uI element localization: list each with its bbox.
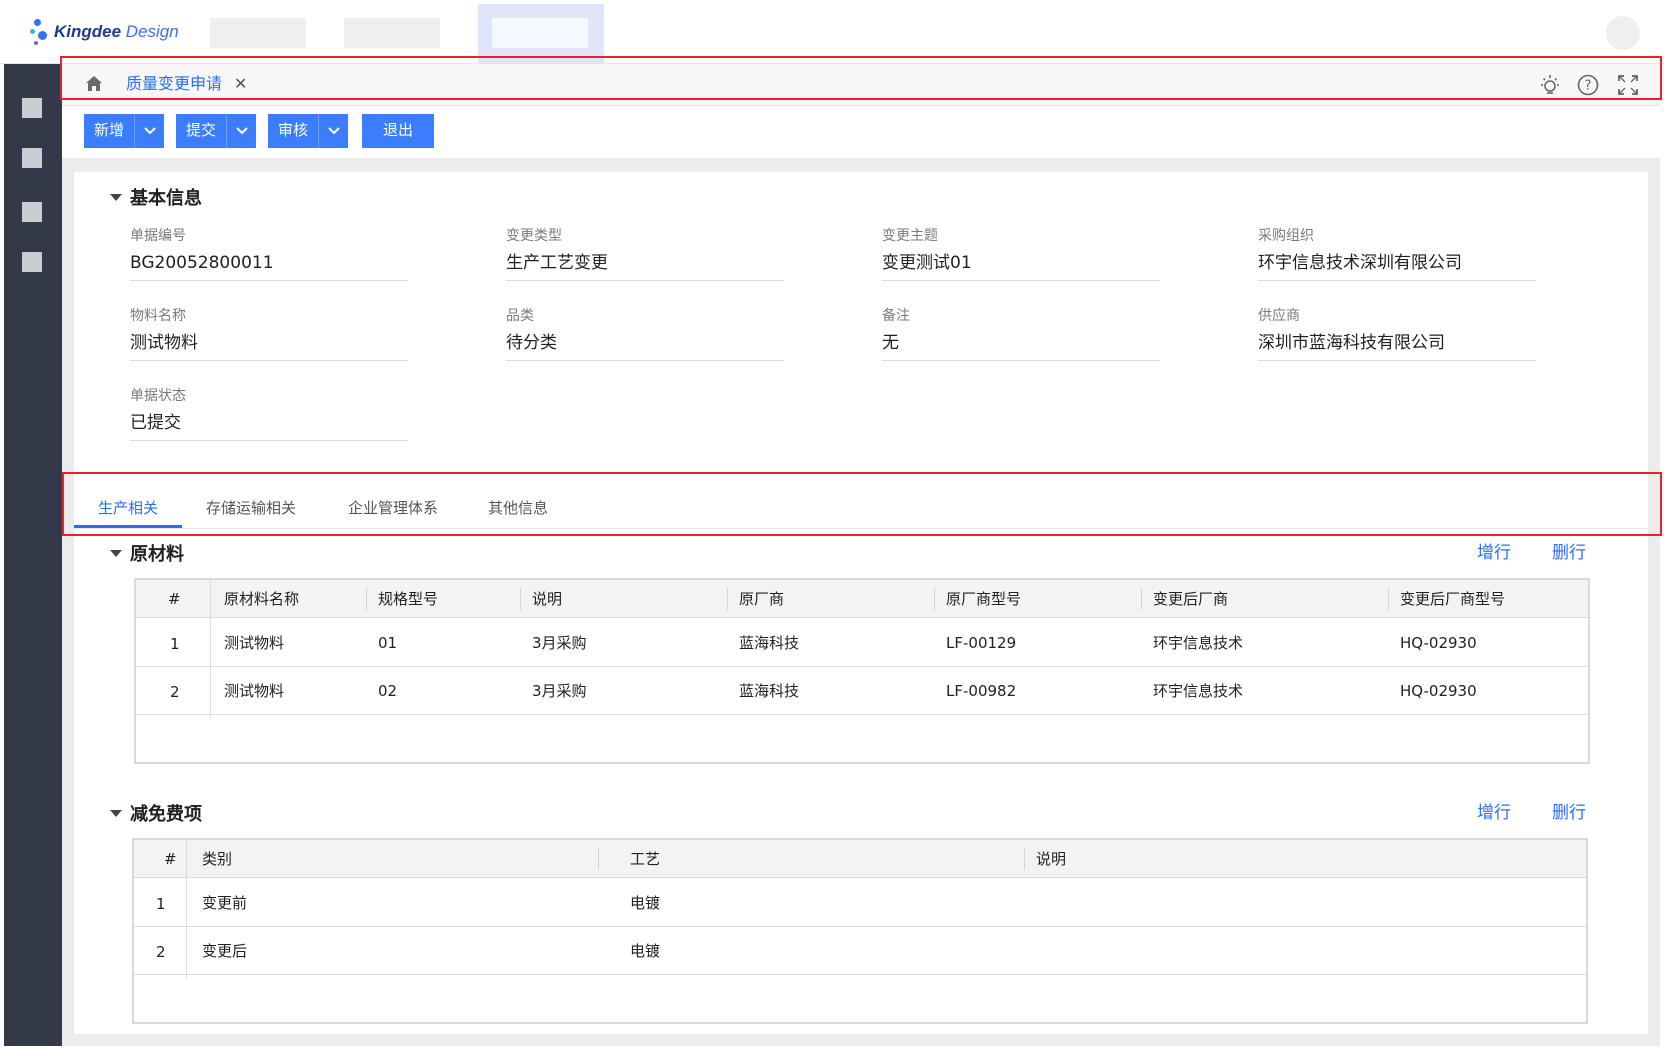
lightbulb-icon[interactable] — [1538, 73, 1562, 97]
avatar[interactable] — [1606, 16, 1640, 50]
chevron-down-icon[interactable] — [318, 114, 349, 148]
sidebar-item-3[interactable] — [22, 202, 42, 222]
exit-button[interactable]: 退出 — [362, 114, 434, 148]
sidebar-item-4[interactable] — [22, 252, 42, 272]
tab-other-info[interactable]: 其他信息 — [488, 496, 548, 520]
exit-button-group: 退出 — [362, 114, 434, 148]
main-content: 质量变更申请 ✕ ? 新增 提交 审核 退出 基本信息 单据编号 BG20052… — [62, 64, 1660, 1046]
sidebar-item-1[interactable] — [22, 98, 42, 118]
submit-button[interactable]: 提交 — [176, 114, 227, 148]
tab-quality-change[interactable]: 质量变更申请 — [126, 72, 223, 100]
top-nav-item-active[interactable] — [478, 4, 604, 64]
field-remark[interactable]: 备注 无 — [882, 306, 1160, 361]
basic-info-card: 基本信息 单据编号 BG20052800011 变更类型 生产工艺变更 变更主题… — [74, 172, 1648, 497]
collapse-caret-icon[interactable] — [110, 810, 122, 817]
top-header: Kingdee Design — [0, 0, 1664, 64]
section-title-fees: 减免费项 — [130, 804, 202, 825]
tab-production[interactable]: 生产相关 — [98, 496, 158, 520]
fees-table: # 类别 工艺 说明 1 变更前 电镀 2 变更后 电镀 — [132, 838, 1588, 1024]
sub-tab-bar: 生产相关 存储运输相关 企业管理体系 其他信息 — [74, 484, 1648, 532]
page-tab-bar: 质量变更申请 ✕ ? — [62, 64, 1660, 106]
collapse-caret-icon[interactable] — [110, 194, 122, 201]
add-button[interactable]: 新增 — [84, 114, 135, 148]
field-change-type[interactable]: 变更类型 生产工艺变更 — [506, 226, 784, 281]
sidebar-item-2[interactable] — [22, 148, 42, 168]
field-doc-number[interactable]: 单据编号 BG20052800011 — [130, 226, 408, 281]
sidebar — [4, 64, 62, 1046]
audit-button-group: 审核 — [268, 114, 349, 148]
fullscreen-icon[interactable] — [1616, 73, 1640, 97]
field-change-subject[interactable]: 变更主题 变更测试01 — [882, 226, 1160, 281]
section-title-basic-info: 基本信息 — [130, 188, 202, 209]
chevron-down-icon[interactable] — [134, 114, 165, 148]
section-title-materials: 原材料 — [130, 544, 184, 565]
submit-button-group: 提交 — [176, 114, 257, 148]
help-icon[interactable]: ? — [1576, 73, 1600, 97]
delete-row-link[interactable]: 删行 — [1552, 541, 1586, 565]
svg-text:?: ? — [1585, 79, 1592, 94]
top-nav-item-2[interactable] — [344, 18, 440, 48]
logo-dots-icon — [30, 17, 52, 47]
field-supplier[interactable]: 供应商 深圳市蓝海科技有限公司 — [1258, 306, 1536, 361]
top-nav-item-1[interactable] — [210, 18, 306, 48]
field-material-name[interactable]: 物料名称 测试物料 — [130, 306, 408, 361]
tab-storage-transport[interactable]: 存储运输相关 — [206, 496, 296, 520]
chevron-down-icon[interactable] — [226, 114, 257, 148]
delete-row-link[interactable]: 删行 — [1552, 801, 1586, 825]
table-header: # 类别 工艺 说明 — [134, 840, 1586, 878]
field-purchase-org[interactable]: 采购组织 环宇信息技术深圳有限公司 — [1258, 226, 1536, 281]
field-doc-status[interactable]: 单据状态 已提交 — [130, 386, 408, 441]
add-row-link[interactable]: 增行 — [1477, 801, 1511, 825]
logo-text: Kingdee Design — [54, 22, 179, 41]
add-row-link[interactable]: 增行 — [1477, 541, 1511, 565]
collapse-caret-icon[interactable] — [110, 550, 122, 557]
fees-card: 减免费项 增行 删行 # 类别 工艺 说明 1 变更前 电镀 2 变更后 电镀 — [74, 784, 1648, 1034]
audit-button[interactable]: 审核 — [268, 114, 319, 148]
home-icon[interactable] — [84, 74, 104, 94]
tab-management-system[interactable]: 企业管理体系 — [348, 496, 438, 520]
tab-divider — [74, 528, 1648, 529]
add-button-group: 新增 — [84, 114, 165, 148]
action-toolbar: 新增 提交 审核 退出 — [62, 106, 1660, 158]
table-header: # 原材料名称 规格型号 说明 原厂商 原厂商型号 变更后厂商 变更后厂商型号 — [136, 580, 1588, 618]
brand-logo[interactable]: Kingdee Design — [30, 16, 179, 48]
close-icon[interactable]: ✕ — [234, 73, 247, 95]
field-category[interactable]: 品类 待分类 — [506, 306, 784, 361]
materials-table: # 原材料名称 规格型号 说明 原厂商 原厂商型号 变更后厂商 变更后厂商型号 … — [134, 578, 1590, 764]
